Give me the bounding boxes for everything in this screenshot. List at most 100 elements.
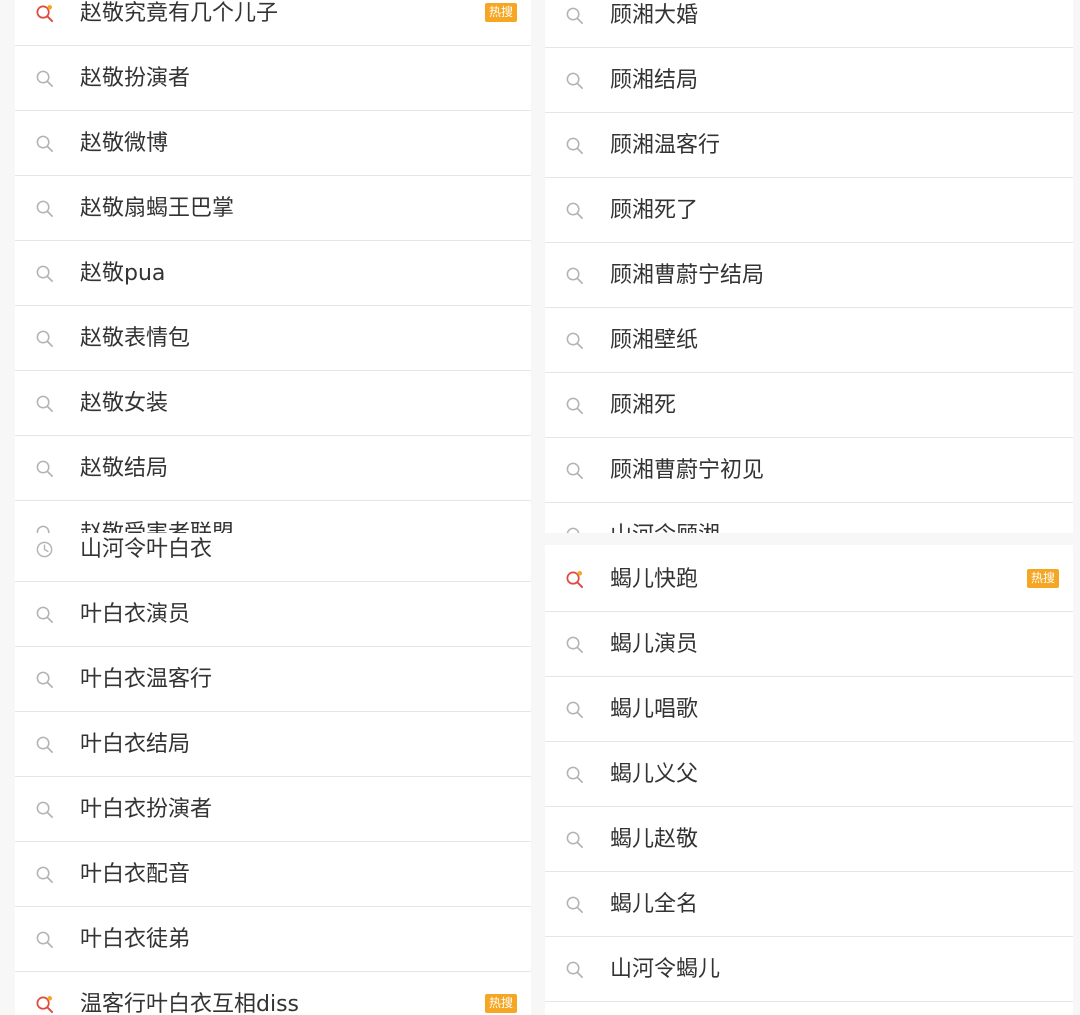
suggestion-label: 蝎儿赵敬 (610, 827, 699, 852)
search-icon (565, 895, 584, 914)
suggestion-label: 顾湘结局 (610, 68, 699, 93)
suggestion-label: 赵敬受害者联盟 (80, 501, 234, 533)
search-icon (565, 136, 584, 155)
suggestion-label: 叶白衣配音 (80, 862, 191, 887)
suggestion-panel-zhaojing: 赵敬究竟有几个儿子 热搜赵敬扮演者赵敬微博赵敬扇蝎王巴掌 赵敬pua 赵敬表情包赵敬女… (15, 0, 531, 533)
suggestion-item[interactable]: 顾湘曹蔚宁结局 (545, 243, 1073, 308)
suggestion-label: 山河令叶白衣 (80, 537, 213, 562)
suggestion-item[interactable]: 蝎儿全名 (545, 872, 1073, 937)
suggestion-label: 赵敬表情包 (80, 326, 191, 351)
suggestion-item[interactable]: 顾湘大婚 (545, 0, 1073, 48)
search-icon (565, 635, 584, 654)
suggestion-list: 顾湘大婚顾湘结局顾湘温客行顾湘死了顾湘曹蔚宁结局顾湘壁纸顾湘死顾湘曹蔚宁初见山河… (545, 0, 1073, 533)
search-icon (35, 199, 54, 218)
search-icon (565, 6, 584, 25)
history-icon (35, 540, 54, 559)
suggestion-label: 蝎儿全名 (610, 892, 699, 917)
suggestion-label: 叶白衣扮演者 (80, 797, 213, 822)
search-icon (35, 69, 54, 88)
suggestion-label: 顾湘壁纸 (610, 328, 699, 353)
suggestion-label: 赵敬结局 (80, 456, 169, 481)
suggestion-list: 蝎儿快跑 热搜蝎儿演员蝎儿唱歌蝎儿义父蝎儿赵敬蝎儿全名山河令蝎儿 (545, 547, 1073, 1002)
suggestion-item[interactable]: 赵敬表情包 (15, 306, 531, 371)
suggestion-item[interactable]: 叶白衣徒弟 (15, 907, 531, 972)
search-icon (565, 331, 584, 350)
suggestion-item[interactable]: 叶白衣结局 (15, 712, 531, 777)
search-icon (35, 605, 54, 624)
suggestion-item[interactable]: 叶白衣配音 (15, 842, 531, 907)
suggestion-label: 蝎儿唱歌 (610, 697, 699, 722)
suggestion-item[interactable]: 山河令蝎儿 (545, 937, 1073, 1002)
suggestion-label: 叶白衣演员 (80, 602, 191, 627)
suggestion-label: 顾湘大婚 (610, 3, 699, 28)
search-icon (35, 264, 54, 283)
suggestion-label: 山河令顾湘 (610, 503, 720, 533)
suggestion-item[interactable]: 赵敬扮演者 (15, 46, 531, 111)
suggestion-item[interactable]: 蝎儿赵敬 (545, 807, 1073, 872)
suggestion-item[interactable]: 赵敬女装 (15, 371, 531, 436)
suggestion-label: 蝎儿演员 (610, 632, 699, 657)
suggestion-item[interactable]: 顾湘壁纸 (545, 308, 1073, 373)
suggestion-item[interactable]: 温客行叶白衣互相diss 热搜 (15, 972, 531, 1015)
search-icon (565, 461, 584, 480)
suggestion-item[interactable]: 叶白衣温客行 (15, 647, 531, 712)
search-icon (35, 524, 54, 533)
suggestion-item[interactable]: 赵敬受害者联盟 (15, 501, 531, 533)
suggestion-label: 山河令蝎儿 (610, 957, 721, 982)
suggestion-label: 温客行叶白衣互相diss (80, 992, 300, 1015)
search-icon (35, 800, 54, 819)
search-icon (35, 865, 54, 884)
suggestion-label: 顾湘温客行 (610, 133, 721, 158)
hot-search-icon (565, 570, 584, 589)
suggestion-label: 蝎儿义父 (610, 762, 699, 787)
suggestion-item[interactable]: 赵敬究竟有几个儿子 热搜 (15, 0, 531, 46)
suggestion-panel-yebaiyi: 山河令叶白衣 叶白衣演员叶白衣温客行叶白衣结局叶白衣扮演者 叶白衣配音叶白衣徒弟温客… (15, 533, 531, 1015)
suggestion-label: 顾湘死了 (610, 198, 699, 223)
suggestion-list: 山河令叶白衣 叶白衣演员叶白衣温客行叶白衣结局叶白衣扮演者 叶白衣配音叶白衣徒弟温客… (15, 533, 531, 1015)
suggestion-label: 赵敬扇蝎王巴掌 (80, 196, 235, 221)
suggestion-item[interactable]: 赵敬结局 (15, 436, 531, 501)
suggestion-label: 赵敬pua (80, 261, 166, 286)
search-icon (565, 960, 584, 979)
suggestion-item[interactable]: 顾湘曹蔚宁初见 (545, 438, 1073, 503)
hot-search-badge: 热搜 (1026, 569, 1059, 588)
search-icon (35, 394, 54, 413)
suggestion-item[interactable]: 赵敬微博 (15, 111, 531, 176)
suggestion-item[interactable]: 顾湘结局 (545, 48, 1073, 113)
suggestion-label: 赵敬究竟有几个儿子 (80, 1, 279, 26)
suggestion-item[interactable]: 蝎儿唱歌 (545, 677, 1073, 742)
suggestion-label: 叶白衣结局 (80, 732, 191, 757)
suggestion-item[interactable]: 山河令顾湘 (545, 503, 1073, 533)
search-icon (35, 735, 54, 754)
hot-search-badge: 热搜 (484, 994, 517, 1013)
suggestion-list: 赵敬究竟有几个儿子 热搜赵敬扮演者赵敬微博赵敬扇蝎王巴掌 赵敬pua 赵敬表情包赵敬女… (15, 0, 531, 533)
search-icon (565, 830, 584, 849)
suggestion-item[interactable]: 蝎儿义父 (545, 742, 1073, 807)
suggestion-label: 赵敬微博 (80, 131, 169, 156)
suggestion-label: 赵敬扮演者 (80, 66, 191, 91)
suggestion-panel-guxiang: 顾湘大婚顾湘结局顾湘温客行顾湘死了顾湘曹蔚宁结局顾湘壁纸顾湘死顾湘曹蔚宁初见山河… (545, 0, 1073, 533)
search-icon (565, 201, 584, 220)
suggestion-label: 顾湘曹蔚宁初见 (610, 458, 765, 483)
suggestion-item[interactable]: 蝎儿快跑 热搜 (545, 547, 1073, 612)
suggestion-item[interactable]: 赵敬pua (15, 241, 531, 306)
suggestion-item[interactable]: 叶白衣演员 (15, 582, 531, 647)
hot-search-badge: 热搜 (484, 3, 517, 22)
search-icon (35, 134, 54, 153)
search-icon (565, 526, 584, 533)
suggestion-item[interactable]: 赵敬扇蝎王巴掌 (15, 176, 531, 241)
suggestion-label: 叶白衣徒弟 (80, 927, 191, 952)
hot-search-icon (35, 4, 54, 23)
suggestion-item[interactable]: 顾湘死 (545, 373, 1073, 438)
search-icon (565, 765, 584, 784)
suggestion-item[interactable]: 叶白衣扮演者 (15, 777, 531, 842)
suggestion-item[interactable]: 山河令叶白衣 (15, 533, 531, 582)
suggestion-label: 顾湘死 (610, 393, 677, 418)
search-icon (565, 396, 584, 415)
suggestion-item[interactable]: 顾湘死了 (545, 178, 1073, 243)
search-icon (35, 670, 54, 689)
suggestion-item[interactable]: 顾湘温客行 (545, 113, 1073, 178)
search-icon (35, 329, 54, 348)
suggestion-item[interactable]: 蝎儿演员 (545, 612, 1073, 677)
search-icon (565, 266, 584, 285)
